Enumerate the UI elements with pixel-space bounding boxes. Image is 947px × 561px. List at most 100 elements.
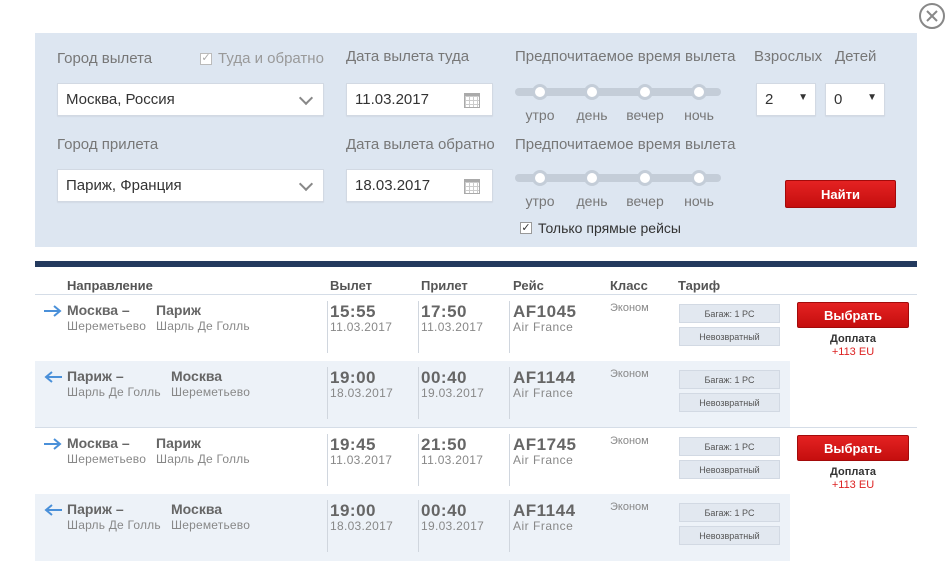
time-option-night: ночь	[684, 107, 714, 123]
arrive-time: 21:50	[421, 435, 467, 454]
return-date-input[interactable]: 18.03.2017	[346, 169, 493, 202]
depart-time: 19:00	[330, 501, 376, 520]
arrive-date: 11.03.2017	[421, 453, 484, 467]
from-city: Москва –	[67, 435, 130, 451]
direct-only-checkbox[interactable]: ✓ Только прямые рейсы	[520, 220, 681, 236]
time-option-morning: утро	[525, 193, 555, 209]
find-button[interactable]: Найти	[785, 180, 896, 208]
depart-time: 19:45	[330, 435, 376, 454]
children-select[interactable]: 0 ▼	[825, 83, 885, 116]
arrow-left-icon	[44, 371, 62, 383]
column-separator	[327, 367, 328, 419]
to-airport: Шереметьево	[171, 385, 251, 399]
departure-city-label: Город вылета	[57, 50, 153, 67]
depart-time-slider[interactable]: утро день вечер ночь	[515, 83, 721, 127]
arrive-time: 00:40	[421, 501, 467, 520]
slider-knob-day[interactable]	[584, 84, 600, 100]
tariff-baggage: Багаж: 1 PC	[679, 503, 780, 522]
column-separator	[327, 500, 328, 552]
calendar-icon[interactable]	[464, 179, 480, 194]
arrival-city-label: Город прилета	[57, 136, 159, 153]
column-separator	[509, 500, 510, 552]
time-option-morning: утро	[525, 107, 555, 123]
tariff-refund: Невозвратный	[679, 327, 780, 346]
from-city: Париж –	[67, 368, 124, 384]
depart-date: 18.03.2017	[330, 519, 394, 533]
slider-knob-night[interactable]	[691, 170, 707, 186]
return-time-slider[interactable]: утро день вечер ночь	[515, 169, 721, 213]
calendar-icon[interactable]	[464, 93, 480, 108]
col-header-direction: Направление	[67, 278, 153, 293]
to-airport: Шереметьево	[171, 518, 251, 532]
fare-class: Эконом	[610, 368, 649, 380]
slider-knob-day[interactable]	[584, 170, 600, 186]
column-separator	[418, 367, 419, 419]
to-city: Москва	[171, 501, 223, 517]
departure-city-value: Москва, Россия	[66, 91, 175, 108]
pref-time-label-depart: Предпочитаемое время вылета	[515, 48, 736, 65]
adults-value: 2	[765, 91, 774, 108]
flight-row-return: Париж – Москва Шарль Де Голль Шереметьев…	[35, 494, 790, 561]
depart-time: 15:55	[330, 302, 376, 321]
column-separator	[418, 301, 419, 353]
flight-number: AF1045	[513, 302, 577, 321]
column-separator	[509, 367, 510, 419]
time-option-evening: вечер	[626, 193, 664, 209]
depart-date-value: 11.03.2017	[355, 91, 429, 108]
extra-payment-label: Доплата	[830, 466, 876, 478]
col-header-class: Класс	[610, 278, 648, 293]
arrive-date: 11.03.2017	[421, 320, 484, 334]
fare-class: Эконом	[610, 302, 649, 314]
col-header-arrive: Прилет	[421, 278, 468, 293]
airline-name: Air France	[513, 386, 574, 400]
departure-city-select[interactable]: Москва, Россия	[57, 83, 324, 116]
pref-time-label-return: Предпочитаемое время вылета	[515, 136, 736, 153]
flight-row-outbound: Москва – Париж Шереметьево Шарль Де Голл…	[35, 427, 917, 494]
select-offer-button[interactable]: Выбрать	[797, 302, 909, 328]
slider-knob-evening[interactable]	[637, 84, 653, 100]
tariff-baggage: Багаж: 1 PC	[679, 437, 780, 456]
arrival-city-select[interactable]: Париж, Франция	[57, 169, 324, 202]
triangle-down-icon: ▼	[798, 92, 808, 103]
to-airport: Шарль Де Голль	[156, 319, 250, 333]
from-city: Париж –	[67, 501, 124, 517]
column-separator	[418, 500, 419, 552]
time-option-day: день	[576, 107, 608, 123]
col-header-flight: Рейс	[513, 278, 544, 293]
slider-knob-evening[interactable]	[637, 170, 653, 186]
from-airport: Шарль Де Голль	[67, 518, 161, 532]
flight-number: AF1144	[513, 501, 576, 520]
to-city: Париж	[156, 435, 201, 451]
adults-select[interactable]: 2 ▼	[756, 83, 816, 116]
tariff-baggage: Багаж: 1 PC	[679, 370, 780, 389]
select-offer-button[interactable]: Выбрать	[797, 435, 909, 461]
arrow-left-icon	[44, 504, 62, 516]
column-separator	[509, 301, 510, 353]
tariff-refund: Невозвратный	[679, 526, 780, 545]
airline-name: Air France	[513, 453, 574, 467]
time-option-night: ночь	[684, 193, 714, 209]
fare-class: Эконом	[610, 435, 649, 447]
round-trip-checkbox[interactable]: ✓ Туда и обратно	[200, 50, 324, 67]
arrive-time: 00:40	[421, 368, 467, 387]
arrive-time: 17:50	[421, 302, 467, 321]
round-trip-label: Туда и обратно	[218, 50, 324, 67]
depart-date: 18.03.2017	[330, 386, 394, 400]
time-option-evening: вечер	[626, 107, 664, 123]
from-airport: Шереметьево	[67, 319, 147, 333]
tariff-refund: Невозвратный	[679, 393, 780, 412]
triangle-down-icon: ▼	[867, 92, 877, 103]
flight-row-return: Париж – Москва Шарль Де Голль Шереметьев…	[35, 361, 790, 428]
depart-date-input[interactable]: 11.03.2017	[346, 83, 493, 116]
slider-knob-morning[interactable]	[532, 170, 548, 186]
arrow-right-icon	[44, 438, 62, 450]
return-date-label: Дата вылета обратно	[346, 136, 495, 153]
extra-payment-value: +113 EU	[831, 479, 875, 491]
close-button[interactable]	[919, 3, 945, 29]
column-separator	[509, 434, 510, 486]
extra-payment-value: +113 EU	[831, 346, 875, 358]
close-icon	[926, 10, 938, 22]
slider-knob-morning[interactable]	[532, 84, 548, 100]
to-city: Париж	[156, 302, 201, 318]
slider-knob-night[interactable]	[691, 84, 707, 100]
